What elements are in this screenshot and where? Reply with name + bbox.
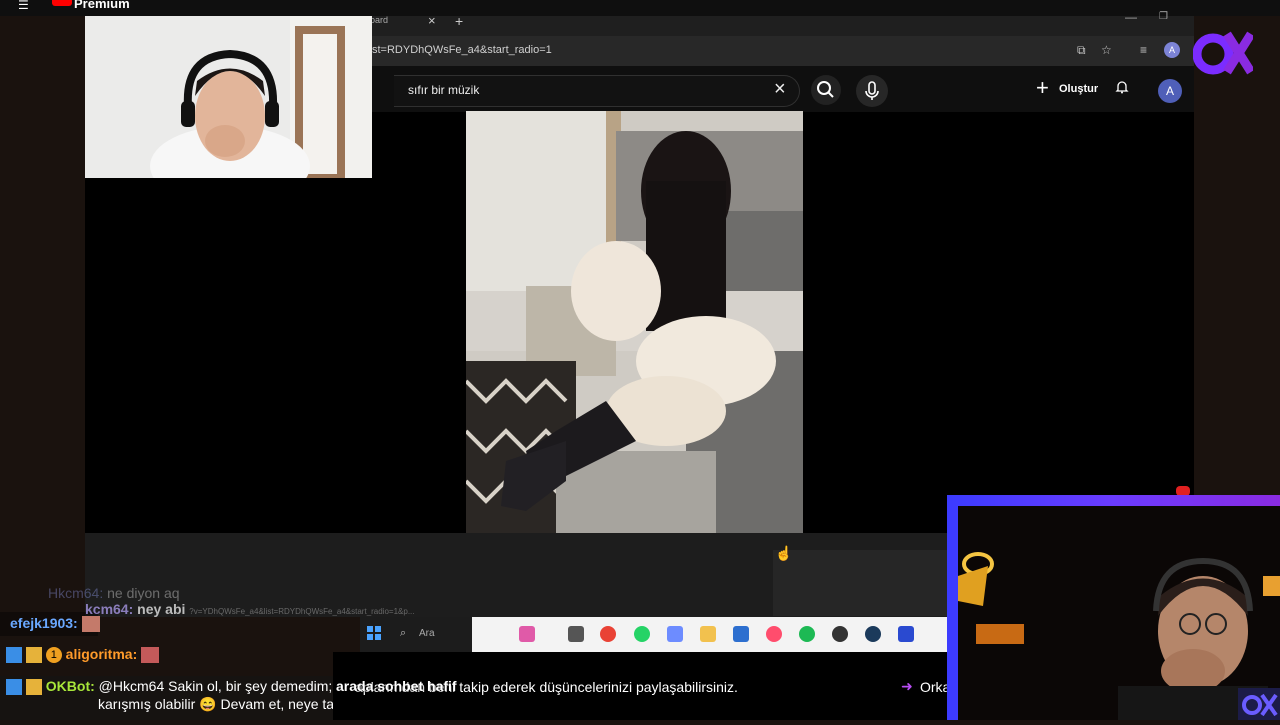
search-icon	[817, 81, 834, 98]
copilot-icon[interactable]	[667, 626, 683, 642]
youtube-logo-icon[interactable]	[52, 0, 72, 6]
folder-icon[interactable]	[700, 626, 716, 642]
chrome-icon[interactable]	[600, 626, 616, 642]
tab-title[interactable]: oard	[370, 15, 388, 25]
chat-message: 1 aligoritma:	[6, 646, 160, 664]
playlist-icon[interactable]: ≡	[1140, 43, 1147, 57]
maximize-icon[interactable]: ❐	[1159, 11, 1168, 22]
chat-message: efejk1903:	[10, 615, 100, 633]
sub-badge: 1	[45, 647, 62, 664]
install-app-icon[interactable]: ⧉	[1077, 43, 1086, 58]
chat-message: kcm64: ney abi ?v=YDhQWsFe_a4&list=RDYDh…	[85, 601, 415, 617]
streamer-webcam-top	[85, 16, 372, 178]
taskbar-app-icon-2[interactable]	[898, 626, 914, 642]
chat-message-okbot: OKBot: @Hkcm64 Sakin ol, bir şey demedim…	[6, 678, 332, 696]
spotify-icon[interactable]	[799, 626, 815, 642]
top-strip: ☰ Premium	[0, 0, 1280, 16]
minimize-icon[interactable]: —	[1125, 10, 1137, 24]
taskbar-search-label[interactable]: Ara	[419, 628, 435, 639]
ticker-next-text: Orka	[920, 679, 951, 695]
search-input[interactable]: sıfır bir müzik ×	[394, 75, 800, 107]
emote-icon	[141, 647, 160, 664]
obs-icon[interactable]	[832, 626, 848, 642]
arrow-right-icon: ➜	[901, 678, 913, 694]
mouse-pointer-icon: ☝	[775, 545, 793, 561]
panel-area	[773, 550, 947, 616]
taskbar-files-icon[interactable]	[568, 626, 584, 642]
menu-icon[interactable]: ☰	[18, 0, 29, 12]
ox-small-logo-icon	[1238, 688, 1280, 720]
opera-icon[interactable]	[766, 626, 782, 642]
store-icon[interactable]	[733, 626, 749, 642]
search-value: sıfır bir müzik	[408, 83, 480, 97]
new-tab-icon[interactable]: +	[455, 13, 463, 29]
taskbar-app-icon[interactable]	[519, 626, 535, 642]
premium-label: Premium	[74, 0, 130, 11]
clear-search-icon[interactable]: ×	[774, 78, 786, 101]
create-button[interactable]: Oluştur	[1059, 83, 1098, 95]
browser-profile-avatar[interactable]: A	[1164, 42, 1180, 58]
whatsapp-icon[interactable]	[634, 626, 650, 642]
ox-logo-icon	[1193, 31, 1253, 75]
microphone-icon	[865, 81, 879, 100]
url-field[interactable]: st=RDYDhQWsFe_a4&start_radio=1	[372, 44, 552, 56]
chat-message: Hkcm64: ne diyon aq	[48, 585, 180, 601]
steam-icon[interactable]	[865, 626, 881, 642]
windows-start-icon[interactable]	[367, 626, 381, 640]
create-plus-icon[interactable]: +	[1036, 75, 1049, 101]
emote-icon	[81, 616, 100, 633]
reactor-webcam	[958, 506, 1280, 720]
taskbar-search-icon[interactable]: ⌕	[400, 627, 406, 640]
video-thumbnail-image[interactable]	[466, 111, 803, 533]
account-avatar[interactable]: A	[1158, 79, 1182, 103]
voice-search-button[interactable]	[856, 75, 888, 107]
bookmark-star-icon[interactable]: ☆	[1101, 43, 1112, 57]
ticker-overlay-text: arada sohbet hafif	[336, 678, 457, 694]
search-button[interactable]	[811, 75, 841, 105]
tab-close-icon[interactable]: ×	[428, 13, 436, 28]
badge-icon	[6, 679, 22, 696]
notifications-bell-icon[interactable]	[1115, 80, 1129, 94]
crown-badge-icon	[25, 647, 42, 664]
crown-badge-icon	[25, 679, 42, 696]
badge-icon	[6, 647, 22, 664]
